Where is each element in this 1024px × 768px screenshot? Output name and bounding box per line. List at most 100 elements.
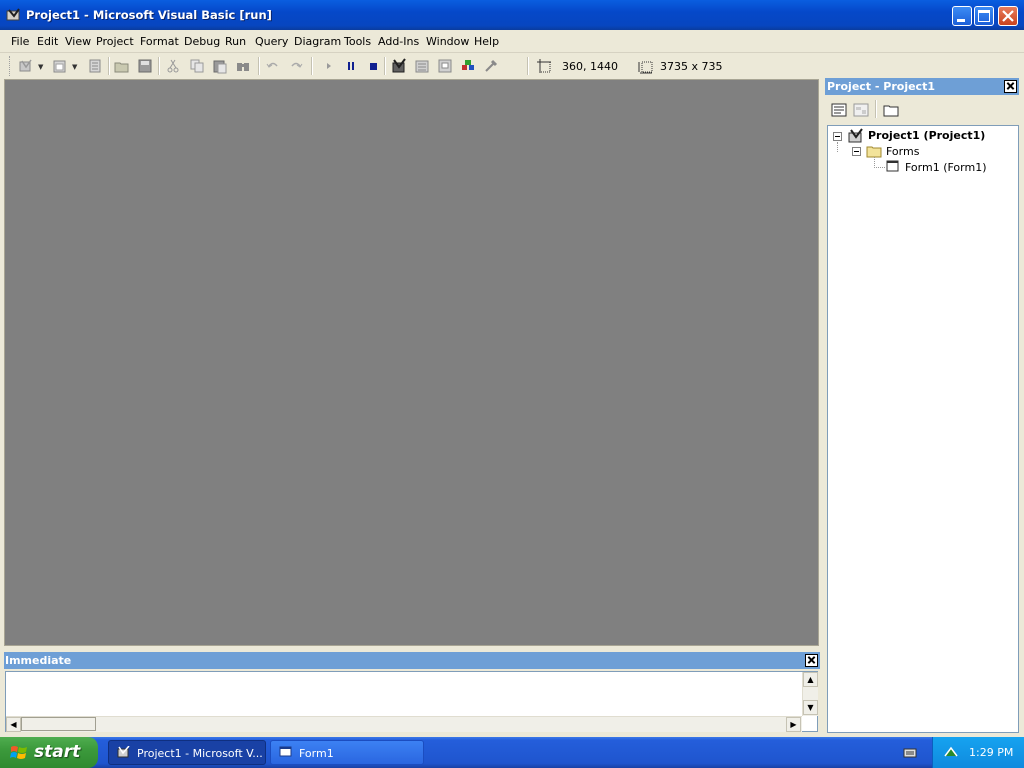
menu-debug[interactable]: Debug	[184, 35, 220, 48]
object-browser-icon[interactable]	[460, 58, 476, 74]
scroll-right-icon[interactable]: ▶	[786, 717, 801, 732]
collapse-forms-icon[interactable]	[852, 147, 861, 156]
system-tray: 1:29 PM	[932, 737, 1024, 768]
start-label: start	[34, 742, 81, 762]
form-layout-icon[interactable]	[437, 58, 453, 74]
form-icon	[886, 160, 899, 172]
project-explorer-title-bar[interactable]: Project - Project1	[825, 78, 1019, 95]
menu-query[interactable]: Query	[255, 35, 288, 48]
menu-view[interactable]: View	[65, 35, 91, 48]
immediate-close-icon[interactable]	[805, 654, 818, 667]
project-tree: Project1 (Project1) Forms Form1 (Form1)	[827, 125, 1019, 733]
project-explorer-title: Project - Project1	[827, 80, 935, 93]
menu-file[interactable]: File	[11, 35, 29, 48]
toolbar-separator	[384, 57, 386, 75]
keyboard-icon[interactable]	[903, 747, 917, 759]
open-folder-icon[interactable]	[114, 58, 130, 74]
menu-run[interactable]: Run	[225, 35, 246, 48]
tree-item-project[interactable]: Project1 (Project1)	[868, 129, 985, 142]
position-icon	[536, 58, 552, 74]
add-form-icon[interactable]	[52, 58, 68, 74]
end-icon[interactable]	[365, 58, 381, 74]
copy-icon[interactable]	[189, 58, 205, 74]
scroll-thumb[interactable]	[21, 717, 96, 731]
view-object-icon[interactable]	[853, 102, 869, 118]
clock[interactable]: 1:29 PM	[969, 746, 1013, 759]
immediate-title-bar[interactable]: Immediate	[4, 652, 820, 669]
visual-basic-icon	[117, 746, 130, 758]
properties-window-icon[interactable]	[414, 58, 430, 74]
project-icon	[848, 128, 863, 143]
minimize-icon	[957, 19, 965, 22]
break-icon[interactable]	[343, 58, 359, 74]
size-icon	[638, 58, 654, 74]
menu-editor-icon[interactable]	[87, 58, 103, 74]
tree-connector	[837, 142, 839, 152]
project-explorer-icon[interactable]	[391, 58, 407, 74]
close-icon	[1002, 10, 1014, 22]
paste-icon[interactable]	[212, 58, 228, 74]
immediate-vertical-scrollbar[interactable]: ▲ ▼	[802, 672, 818, 716]
menu-help[interactable]: Help	[474, 35, 499, 48]
tree-connector	[874, 157, 885, 168]
minimize-button[interactable]	[952, 6, 972, 26]
windows-logo-icon	[10, 746, 27, 759]
maximize-button[interactable]	[974, 6, 994, 26]
mdi-workspace[interactable]	[5, 80, 818, 645]
find-icon[interactable]	[235, 58, 251, 74]
position-readout: 360, 1440	[562, 60, 618, 73]
menu-format[interactable]: Format	[140, 35, 179, 48]
scroll-up-icon[interactable]: ▲	[803, 672, 818, 687]
toolbar-separator	[875, 100, 877, 118]
toolbar-separator	[311, 57, 313, 75]
toolbar-separator	[527, 57, 529, 75]
taskbar-item-form1[interactable]: Form1	[270, 740, 424, 765]
dropdown-arrow-icon[interactable]: ▼	[72, 63, 77, 71]
title-bar[interactable]: Project1 - Microsoft Visual Basic [run]	[0, 0, 1024, 30]
close-button[interactable]	[998, 6, 1018, 26]
start-icon[interactable]	[321, 58, 337, 74]
taskbar-item-label: Project1 - Microsoft V...	[137, 747, 263, 760]
toolbar-grip[interactable]	[9, 56, 13, 76]
tree-item-form1[interactable]: Form1 (Form1)	[905, 161, 987, 174]
taskbar-item-project1[interactable]: Project1 - Microsoft V...	[108, 740, 266, 765]
immediate-title: Immediate	[5, 654, 72, 667]
size-readout: 3735 x 735	[660, 60, 723, 73]
network-icon[interactable]	[943, 744, 959, 760]
collapse-project-icon[interactable]	[833, 132, 842, 141]
toggle-folders-icon[interactable]	[883, 102, 899, 118]
toolbox-icon[interactable]	[483, 58, 499, 74]
taskbar: start Project1 - Microsoft V... Form1 1:…	[0, 737, 1024, 768]
scroll-down-icon[interactable]: ▼	[803, 700, 818, 715]
add-project-icon[interactable]	[18, 58, 34, 74]
menu-diagram[interactable]: Diagram	[294, 35, 341, 48]
form-window-icon	[279, 746, 292, 757]
view-code-icon[interactable]	[831, 102, 847, 118]
immediate-horizontal-scrollbar[interactable]: ◀ ▶	[6, 716, 802, 732]
project-explorer-toolbar	[825, 96, 1019, 124]
cut-icon[interactable]	[165, 58, 181, 74]
save-icon[interactable]	[137, 58, 153, 74]
dropdown-arrow-icon[interactable]: ▼	[38, 63, 43, 71]
visual-basic-icon	[6, 8, 20, 21]
menu-add-ins[interactable]: Add-Ins	[378, 35, 419, 48]
redo-icon[interactable]	[288, 58, 304, 74]
scroll-left-icon[interactable]: ◀	[6, 717, 21, 732]
undo-icon[interactable]	[265, 58, 281, 74]
menu-window[interactable]: Window	[426, 35, 469, 48]
toolbar-separator	[258, 57, 260, 75]
maximize-icon	[978, 10, 990, 22]
menu-tools[interactable]: Tools	[344, 35, 371, 48]
window-title: Project1 - Microsoft Visual Basic [run]	[26, 8, 272, 22]
toolbar-separator	[158, 57, 160, 75]
toolbar-separator	[108, 57, 110, 75]
menu-project[interactable]: Project	[96, 35, 134, 48]
tree-item-forms[interactable]: Forms	[886, 145, 919, 158]
menu-bar: File Edit View Project Format Debug Run …	[0, 31, 1024, 53]
start-button[interactable]: start	[0, 737, 98, 768]
folder-icon	[866, 146, 882, 158]
menu-edit[interactable]: Edit	[37, 35, 58, 48]
project-explorer-close-icon[interactable]	[1004, 80, 1017, 93]
standard-toolbar: ▼ ▼ 360, 1440 3735 x 735	[0, 53, 748, 79]
taskbar-item-label: Form1	[299, 747, 334, 760]
